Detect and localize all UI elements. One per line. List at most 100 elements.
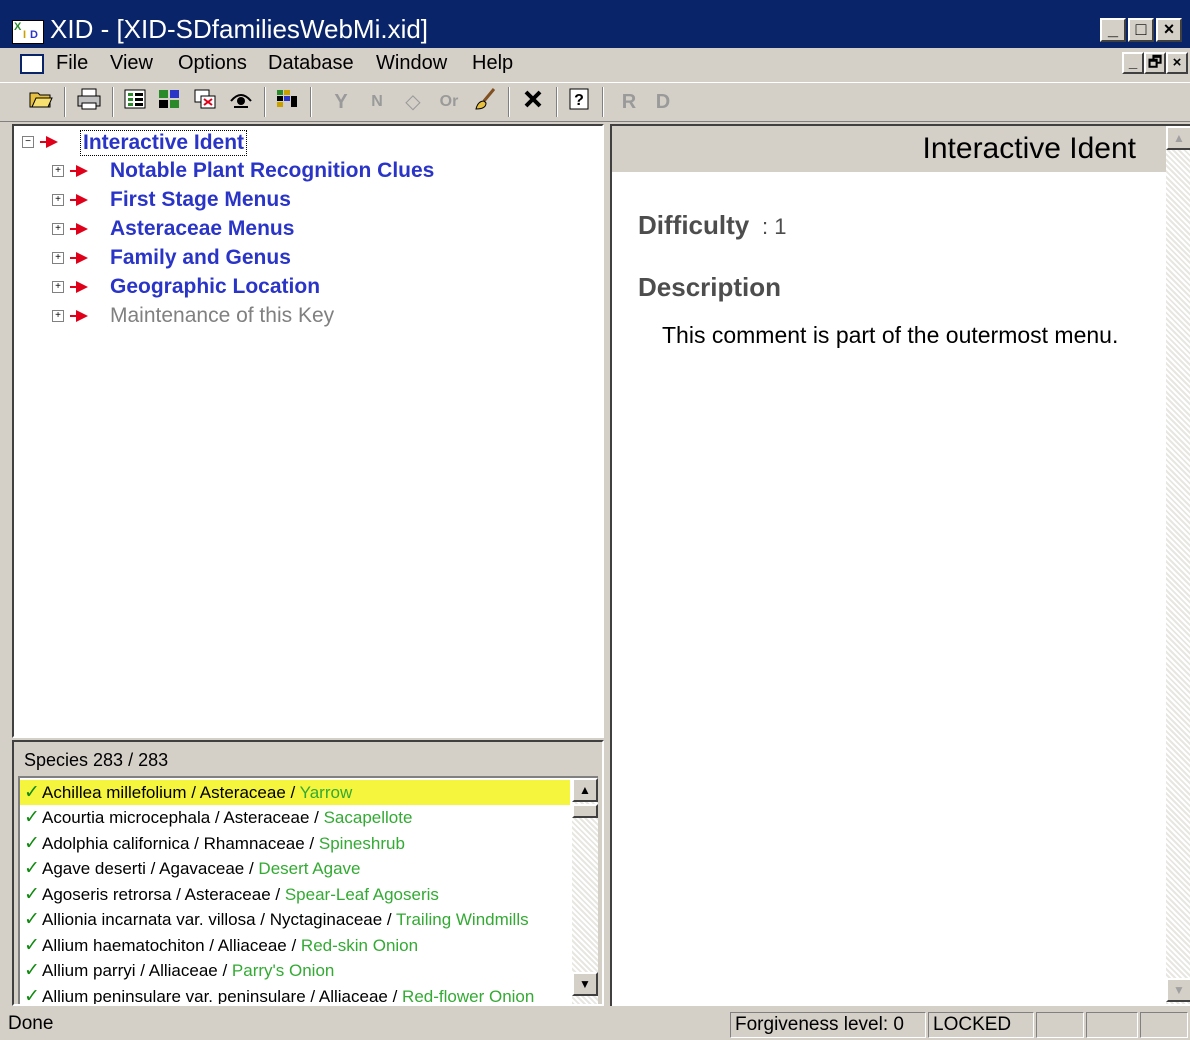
arrow-icon xyxy=(70,221,88,237)
list-icon[interactable] xyxy=(120,87,150,117)
species-common-name: Yarrow xyxy=(299,783,353,802)
or-button[interactable]: Or xyxy=(434,87,464,117)
toolbar-separator xyxy=(64,87,66,117)
menu-options[interactable]: Options xyxy=(178,52,247,75)
list-item[interactable]: ✓ Acourtia microcephala / Asteraceae / S… xyxy=(20,805,570,830)
xid-app-icon[interactable]: X I D xyxy=(12,20,44,44)
species-common-name: Spear-Leaf Agoseris xyxy=(284,885,439,904)
list-item[interactable]: ✓ Agoseris retrorsa / Asteraceae / Spear… xyxy=(20,882,570,907)
menu-file[interactable]: File xyxy=(56,52,88,75)
yes-button[interactable]: Y xyxy=(326,87,356,117)
list-item[interactable]: ✓ Adolphia californica / Rhamnaceae / Sp… xyxy=(20,831,570,856)
r-button[interactable]: R xyxy=(614,87,644,117)
compare-icon[interactable] xyxy=(190,87,220,117)
scroll-down-arrow-icon[interactable]: ▼ xyxy=(572,972,598,996)
species-name: Allium peninsulare var. peninsulare / Al… xyxy=(42,987,403,1004)
arrow-icon xyxy=(40,134,58,150)
menu-view[interactable]: View xyxy=(110,52,153,75)
tree-node-label[interactable]: Interactive Ident xyxy=(80,130,248,156)
close-button[interactable]: × xyxy=(1156,18,1182,42)
toolbar-separator xyxy=(508,87,510,117)
species-common-name: Parry's Onion xyxy=(231,961,335,980)
check-icon: ✓ xyxy=(24,986,40,1004)
list-item[interactable]: ✓ Allium peninsulare var. peninsulare / … xyxy=(20,984,570,1004)
minimize-button[interactable]: _ xyxy=(1100,18,1126,42)
list-item[interactable]: ✓ Allium haematochiton / Alliaceae / Red… xyxy=(20,933,570,958)
species-scrollbar[interactable]: ▲ ▼ xyxy=(572,778,598,1004)
tree-node-label[interactable]: Notable Plant Recognition Clues xyxy=(110,159,434,183)
menu-database[interactable]: Database xyxy=(268,52,354,75)
scroll-thumb[interactable] xyxy=(572,804,598,818)
tree-node-label[interactable]: Family and Genus xyxy=(110,246,291,270)
species-list[interactable]: ✓ Achillea millefolium / Asteraceae / Ya… xyxy=(18,776,598,1004)
species-common-name: Trailing Windmills xyxy=(396,910,529,929)
character-tree[interactable]: − Interactive Ident + Notable Plant Reco… xyxy=(12,124,604,738)
expand-icon[interactable]: + xyxy=(52,252,64,264)
expand-icon[interactable]: + xyxy=(52,310,64,322)
grid-icon[interactable] xyxy=(154,87,184,117)
mdi-minimize-button[interactable]: _ xyxy=(1122,52,1144,74)
species-entry: Allionia incarnata var. villosa / Nyctag… xyxy=(42,907,529,932)
check-icon: ✓ xyxy=(24,782,40,803)
expand-icon[interactable]: + xyxy=(52,223,64,235)
svg-text:?: ? xyxy=(574,92,584,109)
species-entry: Allium parryi / Alliaceae / Parry's Onio… xyxy=(42,958,334,983)
no-button[interactable]: N xyxy=(362,87,392,117)
arrow-icon xyxy=(70,163,88,179)
scroll-up-arrow-icon[interactable]: ▲ xyxy=(572,778,598,802)
scroll-up-arrow-icon[interactable]: ▲ xyxy=(1166,126,1190,150)
tree-node-label[interactable]: Geographic Location xyxy=(110,275,320,299)
d-button[interactable]: D xyxy=(648,87,678,117)
matrix-icon[interactable] xyxy=(272,87,302,117)
mdi-close-button[interactable]: × xyxy=(1166,52,1188,74)
maximize-button[interactable]: □ xyxy=(1128,18,1154,42)
arrow-icon xyxy=(70,192,88,208)
print-icon[interactable] xyxy=(74,87,104,117)
document-icon[interactable] xyxy=(20,54,44,74)
mdi-restore-button[interactable]: 🗗 xyxy=(1144,52,1166,74)
expand-icon[interactable]: + xyxy=(52,194,64,206)
open-icon[interactable] xyxy=(26,87,56,117)
check-icon: ✓ xyxy=(24,807,40,828)
list-item[interactable]: ✓ Agave deserti / Agavaceae / Desert Aga… xyxy=(20,856,570,881)
detail-scrollbar[interactable]: ▲ ▼ xyxy=(1166,126,1190,1004)
status-pane-empty xyxy=(1086,1012,1138,1038)
collapse-icon[interactable]: − xyxy=(22,136,34,148)
species-entry: Allium peninsulare var. peninsulare / Al… xyxy=(42,984,534,1004)
scroll-down-arrow-icon[interactable]: ▼ xyxy=(1166,978,1190,1002)
x-icon[interactable] xyxy=(518,87,548,117)
tree-node-label[interactable]: Maintenance of this Key xyxy=(110,304,334,328)
brush-icon[interactable] xyxy=(470,87,500,117)
species-entry: Allium haematochiton / Alliaceae / Red-s… xyxy=(42,933,418,958)
tree-node-label[interactable]: First Stage Menus xyxy=(110,188,291,212)
expand-icon[interactable]: + xyxy=(52,281,64,293)
check-icon: ✓ xyxy=(24,833,40,854)
arrow-icon xyxy=(70,279,88,295)
species-name: Achillea millefolium / Asteraceae / xyxy=(42,783,300,802)
species-panel: Species 283 / 283 ✓ Achillea millefolium… xyxy=(12,740,604,1006)
species-name: Agave deserti / Agavaceae / xyxy=(42,859,259,878)
expand-icon[interactable]: + xyxy=(52,165,64,177)
menu-window[interactable]: Window xyxy=(376,52,447,75)
description-text: This comment is part of the outermost me… xyxy=(662,322,1119,348)
lock-status: LOCKED xyxy=(928,1012,1034,1038)
find-icon[interactable] xyxy=(226,87,256,117)
species-entry: Achillea millefolium / Asteraceae / Yarr… xyxy=(42,780,352,805)
toolbar-separator xyxy=(556,87,558,117)
species-count: Species 283 / 283 xyxy=(24,750,169,770)
toolbar-separator xyxy=(310,87,312,117)
list-item[interactable]: ✓ Achillea millefolium / Asteraceae / Ya… xyxy=(20,780,570,805)
help-icon[interactable]: ? xyxy=(564,87,594,117)
species-name: Allium parryi / Alliaceae / xyxy=(42,961,232,980)
eraser-icon[interactable]: ◇ xyxy=(398,87,428,117)
species-entry: Acourtia microcephala / Asteraceae / Sac… xyxy=(42,805,412,830)
check-icon: ✓ xyxy=(24,884,40,905)
window-title: XID - [XID-SDfamiliesWebMi.xid] xyxy=(50,14,429,44)
list-item[interactable]: ✓ Allionia incarnata var. villosa / Nyct… xyxy=(20,907,570,932)
check-icon: ✓ xyxy=(24,858,40,879)
species-name: Allionia incarnata var. villosa / Nyctag… xyxy=(42,910,397,929)
menu-help[interactable]: Help xyxy=(472,52,513,75)
tree-node-label[interactable]: Asteraceae Menus xyxy=(110,217,294,241)
arrow-icon xyxy=(70,250,88,266)
list-item[interactable]: ✓ Allium parryi / Alliaceae / Parry's On… xyxy=(20,958,570,983)
